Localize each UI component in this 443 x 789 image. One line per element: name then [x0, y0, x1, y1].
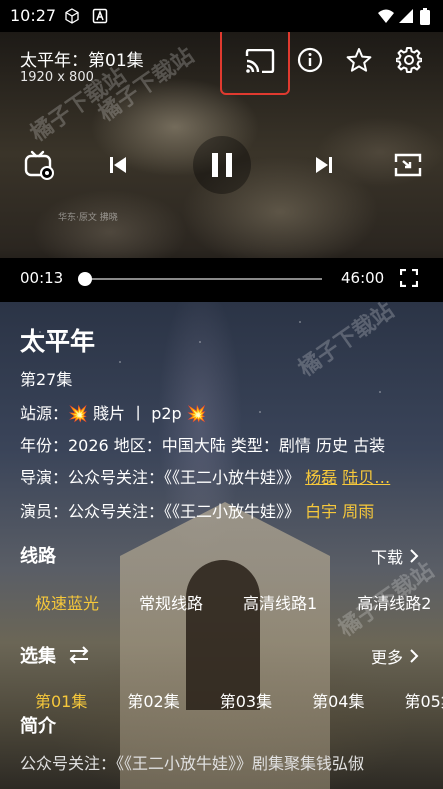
- video-timebar: 00:13 46:00: [0, 258, 443, 302]
- info-button[interactable]: [296, 46, 324, 74]
- episodes-title-text: 选集: [20, 646, 56, 667]
- cast-button[interactable]: [242, 46, 278, 76]
- chevron-right-icon: [410, 649, 419, 663]
- info-icon: [297, 47, 323, 73]
- director-link[interactable]: 杨磊: [305, 468, 337, 487]
- download-link[interactable]: 下载: [371, 544, 419, 568]
- episode-item[interactable]: 第05集: [405, 688, 443, 712]
- director-link[interactable]: 陆贝…: [342, 468, 390, 487]
- battery-icon: [420, 8, 430, 25]
- tv-mode-button[interactable]: [22, 148, 56, 182]
- episode-item[interactable]: 第01集: [35, 688, 87, 712]
- cast-row: 演员：公众号关注：《《王二小放牛娃》》 白宇 周雨: [20, 498, 374, 522]
- cast-link[interactable]: 周雨: [342, 502, 374, 521]
- download-label: 下载: [370, 548, 403, 567]
- source-row: 站源：💥 賤片 丨 p2p 💥: [20, 400, 207, 424]
- pip-button[interactable]: [392, 150, 424, 180]
- source-value[interactable]: 💥 賤片 丨 p2p 💥: [68, 404, 207, 423]
- wifi-icon: [378, 9, 394, 23]
- cast-icon: [245, 49, 275, 73]
- intro-title: 简介: [20, 716, 56, 737]
- show-title: 太平年: [20, 327, 96, 356]
- fullscreen-icon: [400, 269, 418, 287]
- pause-button[interactable]: [193, 136, 251, 194]
- status-bar: 10:27: [0, 0, 443, 32]
- total-duration: 46:00: [341, 269, 385, 287]
- previous-button[interactable]: [104, 151, 132, 179]
- current-episode: 第27集: [20, 370, 73, 389]
- tv-settings-icon: [24, 150, 54, 180]
- seek-bar[interactable]: [78, 272, 322, 286]
- route-list: 极速蓝光 常规线路 高清线路1 高清线路2: [0, 590, 443, 614]
- episodes-title: 选集: [20, 642, 90, 668]
- fullscreen-button[interactable]: [397, 266, 421, 290]
- gear-icon: [396, 47, 422, 73]
- star-icon: [346, 48, 372, 72]
- picture-in-picture-icon: [394, 153, 422, 177]
- source-label: 站源：: [20, 404, 69, 423]
- route-item[interactable]: 极速蓝光: [35, 590, 99, 614]
- settings-button[interactable]: [394, 45, 424, 75]
- skip-previous-icon: [110, 157, 126, 173]
- status-time: 10:27: [10, 6, 57, 25]
- video-seal-text: 华东·原文 拂晓: [58, 213, 118, 223]
- route-item[interactable]: 高清线路2: [357, 590, 431, 614]
- video-player[interactable]: 橘子下载站 橘子下载站 华东·原文 拂晓 太平年：第01集 1920 x 800: [0, 32, 443, 302]
- cast-prefix: 演员：公众号关注：《《王二小放牛娃》》: [20, 502, 301, 521]
- video-resolution: 1920 x 800: [20, 70, 94, 85]
- director-prefix: 导演：公众号关注：《《王二小放牛娃》》: [20, 468, 301, 487]
- intro-text: 公众号关注：《《王二小放牛娃》》剧集聚集钱弘俶: [20, 754, 365, 773]
- skip-next-icon: [316, 157, 332, 173]
- sort-swap-icon[interactable]: [68, 646, 90, 664]
- chevron-right-icon: [410, 549, 419, 563]
- details-panel: 橘子下载站 橘子下载站 太平年 第27集 站源：💥 賤片 丨 p2p 💥 年份：…: [0, 302, 443, 789]
- more-episodes-link[interactable]: 更多: [371, 644, 419, 668]
- next-button[interactable]: [310, 151, 338, 179]
- episode-list: 第01集 第02集 第03集 第04集 第05集: [0, 688, 443, 712]
- route-item[interactable]: 常规线路: [139, 590, 203, 614]
- director-row: 导演：公众号关注：《《王二小放牛娃》》 杨磊 陆贝…: [20, 464, 390, 488]
- pause-icon: [212, 153, 232, 177]
- routes-title: 线路: [20, 546, 56, 567]
- video-title: 太平年：第01集: [20, 51, 144, 71]
- episode-item[interactable]: 第04集: [312, 688, 364, 712]
- seek-thumb[interactable]: [78, 272, 93, 286]
- more-episodes-label: 更多: [370, 648, 403, 667]
- route-item[interactable]: 高清线路1: [243, 590, 317, 614]
- cast-link[interactable]: 白宇: [305, 502, 337, 521]
- current-time: 00:13: [20, 269, 64, 287]
- meta-row: 年份：2026 地区：中国大陆 类型：剧情 历史 古装: [20, 436, 386, 455]
- text-box-icon: [92, 8, 108, 24]
- signal-icon: [399, 9, 413, 23]
- episode-item[interactable]: 第02集: [127, 688, 179, 712]
- episode-item[interactable]: 第03集: [220, 688, 272, 712]
- cube-icon: [65, 8, 79, 24]
- favorite-button[interactable]: [344, 45, 374, 75]
